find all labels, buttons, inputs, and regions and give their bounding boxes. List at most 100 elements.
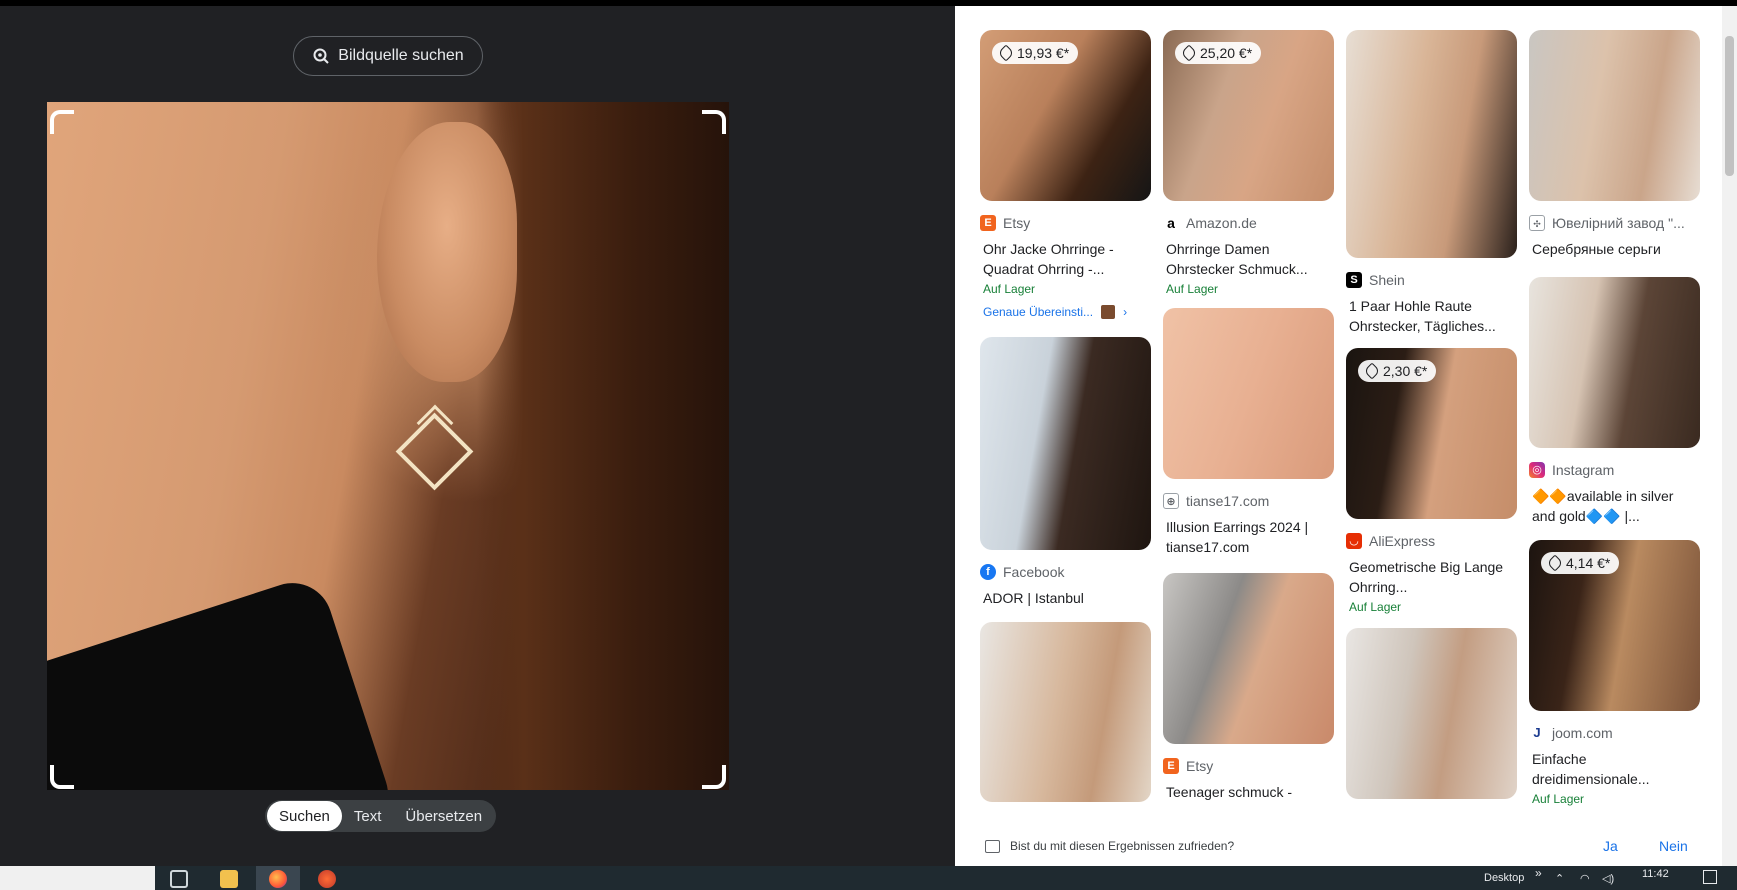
result-source[interactable]: ◎ Instagram [1529,461,1700,479]
result-thumbnail[interactable] [980,337,1151,550]
result-card[interactable]: f Facebook ADOR | Istanbul [980,337,1151,608]
result-thumbnail[interactable] [1346,30,1517,258]
result-title[interactable]: Einfache dreidimensionale... [1529,749,1700,789]
scrollbar-thumb[interactable] [1725,36,1734,176]
app-icon[interactable] [318,870,336,888]
firefox-icon[interactable] [269,870,287,888]
joom-icon: J [1529,725,1545,741]
chevron-up-icon[interactable]: » [1535,866,1542,880]
results-column-3: S Shein 1 Paar Hohle Raute Ohrstecker, Tä… [1346,30,1517,809]
task-view-icon[interactable] [170,870,188,888]
result-card[interactable]: 4,14 €* Jjoom.com Einfache dreidimension… [1529,540,1700,806]
tray-chevron-icon[interactable]: ⌃ [1555,872,1564,885]
price-badge: 2,30 €* [1358,360,1437,382]
result-card[interactable]: S Shein 1 Paar Hohle Raute Ohrstecker, Tä… [1346,30,1517,336]
globe-icon: ⊕ [1163,493,1179,509]
result-title[interactable]: ADOR | Istanbul [980,588,1151,608]
results-scrollbar[interactable] [1722,6,1737,866]
image-search-icon [313,48,329,64]
feedback-yes-button[interactable]: Ja [1603,838,1618,854]
result-card[interactable]: ◎ Instagram 🔶🔶available in silver and gol… [1529,277,1700,526]
result-title[interactable]: Ohrringe Damen Ohrstecker Schmuck... [1163,239,1334,279]
result-card[interactable]: ✣ Ювелірний завод "... Серебряные серьги [1529,30,1700,259]
result-source[interactable]: ◡ AliExpress [1346,532,1517,550]
tab-uebersetzen[interactable]: Übersetzen [393,801,494,831]
results-column-1: 19,93 €* E Etsy Ohr Jacke Ohrringe - Quad… [980,30,1151,812]
result-thumbnail[interactable] [1529,30,1700,201]
price-tag-icon [1363,362,1381,380]
result-title[interactable]: 🔶🔶available in silver and gold🔷🔷 |... [1529,486,1700,526]
result-title[interactable]: Teenager schmuck - [1163,782,1334,802]
exact-matches-link[interactable]: Genaue Übereinsti... › [980,305,1151,319]
result-card[interactable] [980,622,1151,802]
tab-suchen[interactable]: Suchen [267,801,342,831]
result-thumbnail[interactable] [980,622,1151,802]
result-thumbnail[interactable]: 2,30 €* [1346,348,1517,519]
result-source[interactable]: a Amazon.de [1163,214,1334,232]
match-thumbnail [1101,305,1116,319]
feedback-no-button[interactable]: Nein [1659,838,1688,854]
lens-preview-panel: Bildquelle suchen Suchen Text Übersetzen [0,6,955,866]
source-name: Etsy [1186,758,1214,774]
source-name: Etsy [1003,215,1031,231]
shein-icon: S [1346,272,1362,288]
chevron-right-icon: › [1123,305,1128,319]
results-panel: 19,93 €* E Etsy Ohr Jacke Ohrringe - Quad… [955,6,1722,866]
price-tag-icon [997,44,1015,62]
result-thumbnail[interactable]: 4,14 €* [1529,540,1700,711]
result-title[interactable]: Ohr Jacke Ohrringe - Quadrat Ohrring -..… [980,239,1151,279]
tab-text[interactable]: Text [342,801,394,831]
price-value: 19,93 €* [1017,45,1070,61]
etsy-icon: E [1163,758,1179,774]
result-card[interactable]: E Etsy Teenager schmuck - [1163,573,1334,802]
result-card[interactable]: ⊕ tianse17.com Illusion Earrings 2024 | t… [1163,308,1334,557]
result-thumbnail[interactable] [1163,308,1334,479]
price-tag-icon [1180,44,1198,62]
result-thumbnail[interactable]: 25,20 €* [1163,30,1334,201]
result-card[interactable] [1346,628,1517,799]
volume-icon[interactable]: ◁) [1602,872,1614,885]
price-badge: 4,14 €* [1541,552,1620,574]
crop-handle-bottom-right[interactable] [702,765,726,789]
taskbar-search-box[interactable] [0,866,155,890]
result-thumbnail[interactable] [1529,277,1700,448]
find-image-source-label: Bildquelle suchen [338,47,464,64]
network-icon[interactable]: ◠ [1580,872,1590,885]
result-thumbnail[interactable] [1346,628,1517,799]
exact-matches-label: Genaue Übereinsti... [983,305,1094,319]
feedback-bar: Bist du mit diesen Ergebnissen zufrieden… [955,826,1722,866]
find-image-source-button[interactable]: Bildquelle suchen [293,36,483,76]
source-name: Instagram [1552,462,1615,478]
notification-icon[interactable] [1703,870,1717,884]
result-source[interactable]: Jjoom.com [1529,724,1700,742]
result-card[interactable]: 2,30 €* ◡ AliExpress Geometrische Big Lan… [1346,348,1517,614]
stock-status: Auf Lager [1532,792,1585,806]
result-title[interactable]: Geometrische Big Lange Ohrring... [1346,557,1517,597]
result-thumbnail[interactable] [1163,573,1334,744]
result-source[interactable]: f Facebook [980,563,1151,581]
crop-handle-bottom-left[interactable] [50,765,74,789]
result-title[interactable]: 1 Paar Hohle Raute Ohrstecker, Tägliches… [1346,296,1517,336]
clock[interactable]: 11:42 [1642,868,1669,880]
result-title[interactable]: Illusion Earrings 2024 | tianse17.com [1163,517,1334,557]
source-name: Facebook [1003,564,1065,580]
price-tag-icon [1546,554,1564,572]
file-explorer-icon[interactable] [220,870,238,888]
crop-handle-top-left[interactable] [50,110,74,134]
amazon-icon: a [1163,215,1179,231]
result-card[interactable]: 25,20 €* a Amazon.de Ohrringe Damen Ohrst… [1163,30,1334,296]
desktop-label[interactable]: Desktop [1484,872,1524,884]
result-source[interactable]: E Etsy [980,214,1151,232]
result-source[interactable]: ✣ Ювелірний завод "... [1529,214,1700,232]
result-thumbnail[interactable]: 19,93 €* [980,30,1151,201]
result-source[interactable]: ⊕ tianse17.com [1163,492,1334,510]
stock-status: Auf Lager [1166,282,1219,296]
result-source[interactable]: E Etsy [1163,757,1334,775]
result-title[interactable]: Серебряные серьги [1529,239,1700,259]
result-source[interactable]: S Shein [1346,271,1517,289]
results-column-4: ✣ Ювелірний завод "... Серебряные серьги … [1529,30,1700,816]
query-image[interactable] [47,102,729,790]
price-value: 2,30 €* [1383,363,1428,379]
result-card[interactable]: 19,93 €* E Etsy Ohr Jacke Ohrringe - Quad… [980,30,1151,319]
crop-handle-top-right[interactable] [702,110,726,134]
